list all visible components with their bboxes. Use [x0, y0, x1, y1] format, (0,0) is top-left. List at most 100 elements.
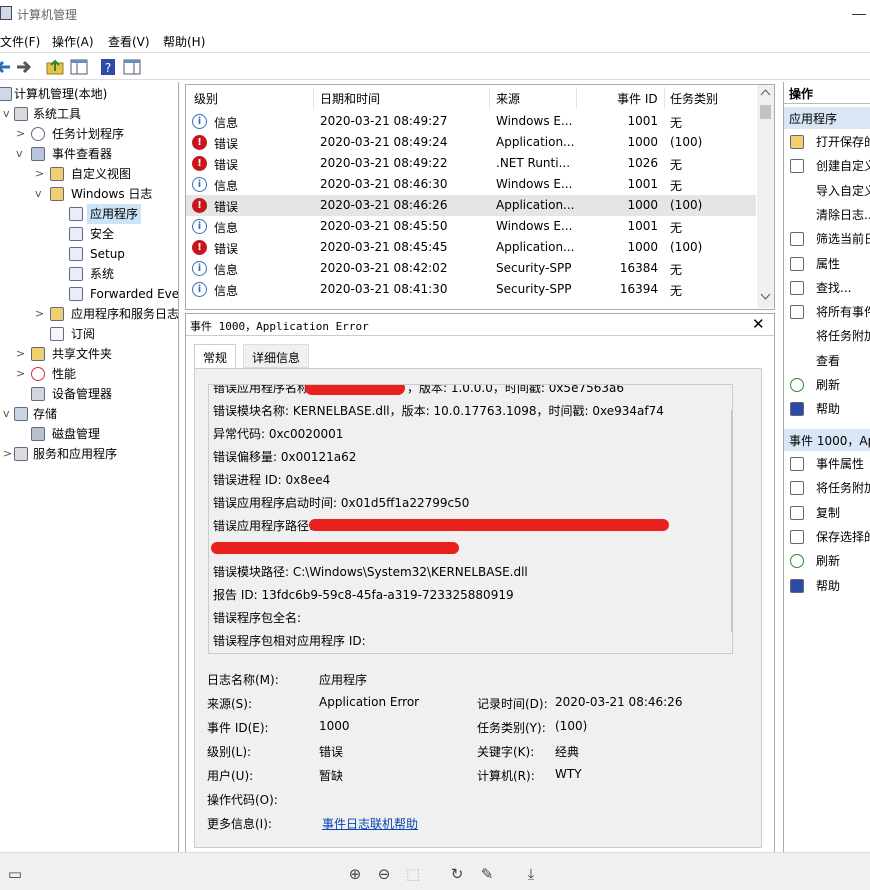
info-icon: i	[192, 177, 207, 192]
edit-icon[interactable]: ✎	[478, 865, 496, 883]
desc-line: 错误程序包全名:	[213, 611, 302, 625]
action-item-label: 保存选择的事件...	[816, 529, 870, 544]
event-row[interactable]: i 信息 2020-03-21 08:49:27 Windows E... 1001 无	[186, 111, 756, 132]
zoom-out-icon[interactable]: ⊖	[375, 865, 393, 883]
menu-bar: 文件(F) 操作(A) 查看(V) 帮助(H)	[0, 28, 870, 52]
log-icon	[69, 287, 83, 301]
chevron-right-icon[interactable]: >	[35, 304, 45, 324]
description-scrollbar[interactable]	[729, 385, 733, 653]
folder-icon	[50, 167, 64, 181]
back-icon[interactable]	[0, 57, 14, 77]
event-row[interactable]: ! 错误 2020-03-21 08:46:26 Application... 1000…	[186, 195, 756, 216]
save-icon	[790, 529, 804, 544]
column-divider[interactable]	[313, 87, 314, 109]
fit-icon[interactable]: ⬚	[404, 865, 422, 883]
scroll-up-icon[interactable]	[732, 391, 733, 399]
disk-icon	[31, 427, 45, 441]
chevron-right-icon[interactable]: >	[3, 444, 13, 464]
event-level: 信息	[214, 179, 239, 193]
event-id: 1026	[627, 156, 658, 170]
show-hide-tree-icon[interactable]	[69, 57, 89, 77]
menu-help[interactable]: 帮助(H)	[163, 33, 205, 50]
column-divider[interactable]	[664, 87, 665, 109]
scroll-down-icon[interactable]	[760, 293, 771, 301]
info-icon: i	[192, 114, 207, 129]
scroll-up-icon[interactable]	[760, 88, 771, 96]
column-header-level[interactable]: 级别	[194, 90, 218, 107]
chevron-right-icon[interactable]: >	[16, 124, 26, 144]
title-bar: 计算机管理	[0, 0, 870, 28]
user-label: 用户(U):	[207, 769, 254, 783]
event-level: 错误	[214, 200, 239, 214]
show-hide-action-pane-icon[interactable]	[122, 57, 142, 77]
column-divider[interactable]	[576, 87, 577, 109]
menu-action[interactable]: 操作(A)	[52, 33, 94, 50]
event-row[interactable]: i 信息 2020-03-21 08:46:30 Windows E... 1001 无	[186, 174, 756, 195]
filter-icon	[790, 232, 804, 247]
tab-details[interactable]: 详细信息	[243, 344, 310, 368]
toolbar: ?	[0, 52, 870, 80]
panel-icon[interactable]: ▭	[6, 865, 24, 883]
svg-text:?: ?	[105, 61, 111, 75]
event-log-online-help-link[interactable]: 事件日志联机帮助	[322, 815, 418, 832]
column-header-source[interactable]: 来源	[496, 90, 520, 107]
event-row[interactable]: ! 错误 2020-03-21 08:45:45 Application... 1000…	[186, 237, 756, 258]
services-icon	[14, 447, 28, 461]
event-list: 级别 日期和时间 来源 事件 ID 任务类别 i 信息 2020-03-21 08:…	[185, 84, 775, 310]
chevron-down-icon[interactable]: v	[3, 404, 13, 424]
action-item-label: 筛选当前日志...	[816, 232, 870, 247]
scrollbar-thumb[interactable]	[731, 410, 732, 632]
window-title: 计算机管理	[17, 8, 78, 22]
chevron-down-icon[interactable]: v	[3, 104, 13, 124]
scrollbar-thumb[interactable]	[760, 105, 771, 119]
actions-section-application[interactable]: 应用程序	[784, 107, 870, 129]
actions-pane: 操作 应用程序 打开保存的日志... 创建自定义视图... 导入自定义视图... 清除…	[783, 82, 870, 852]
event-row[interactable]: ! 错误 2020-03-21 08:49:24 Application... 1000…	[186, 132, 756, 153]
menu-view[interactable]: 查看(V)	[108, 33, 150, 50]
error-icon: !	[192, 198, 207, 213]
log-name-label: 日志名称(M):	[207, 673, 279, 687]
column-divider[interactable]	[489, 87, 490, 109]
actions-section-event[interactable]: 事件 1000，Application Error	[784, 429, 870, 451]
up-folder-icon[interactable]	[45, 57, 65, 77]
help-icon[interactable]: ?	[98, 57, 118, 77]
event-row[interactable]: i 信息 2020-03-21 08:45:50 Windows E... 1001 无	[186, 216, 756, 237]
column-header-task-category[interactable]: 任务类别	[670, 90, 718, 107]
chevron-down-icon[interactable]: v	[16, 144, 26, 164]
event-description[interactable]: 错误应用程序名称: ，版本: 1.0.0.0，时间戳: 0x5e7563a6 错…	[208, 384, 733, 654]
chevron-right-icon[interactable]: >	[35, 164, 45, 184]
opcode-label: 操作代码(O):	[207, 793, 278, 807]
rotate-icon[interactable]: ↻	[448, 865, 466, 883]
zoom-in-icon[interactable]: ⊕	[346, 865, 364, 883]
chevron-down-icon[interactable]: v	[35, 184, 45, 204]
keywords-label: 关键字(K):	[477, 745, 535, 759]
event-row[interactable]: i 信息 2020-03-21 08:41:30 Security-SPP 16394 无	[186, 279, 756, 300]
level-value: 错误	[319, 745, 344, 759]
event-list-scrollbar[interactable]	[757, 85, 774, 308]
forward-icon[interactable]	[14, 57, 34, 77]
download-icon[interactable]: ⤓	[522, 865, 540, 883]
computer-value: WTY	[555, 767, 582, 781]
chevron-right-icon[interactable]: >	[16, 364, 26, 384]
tree-item-label: Windows 日志	[71, 187, 153, 201]
menu-file[interactable]: 文件(F)	[0, 33, 40, 50]
event-id-label: 事件 ID(E):	[207, 721, 269, 735]
event-source: Application...	[496, 198, 575, 212]
help-icon	[790, 402, 804, 417]
column-header-event-id[interactable]: 事件 ID	[617, 90, 658, 107]
column-header-datetime[interactable]: 日期和时间	[320, 90, 380, 107]
action-item-label: 帮助	[816, 578, 841, 593]
tree-item-label: 服务和应用程序	[33, 447, 118, 461]
event-source: .NET Runti...	[496, 156, 571, 170]
event-task-category: (100)	[670, 135, 703, 149]
source-label: 来源(S):	[207, 697, 253, 711]
event-id: 1001	[627, 219, 658, 233]
event-row[interactable]: i 信息 2020-03-21 08:42:02 Security-SPP 16384 无	[186, 258, 756, 279]
tree-item-label: 事件查看器	[52, 147, 113, 161]
scroll-down-icon[interactable]	[732, 639, 733, 647]
minimize-button[interactable]	[852, 14, 866, 15]
event-row[interactable]: ! 错误 2020-03-21 08:49:22 .NET Runti... 1026 无	[186, 153, 756, 174]
tab-general[interactable]: 常规	[194, 344, 237, 368]
close-icon[interactable]: ✕	[752, 315, 765, 333]
chevron-right-icon[interactable]: >	[16, 344, 26, 364]
